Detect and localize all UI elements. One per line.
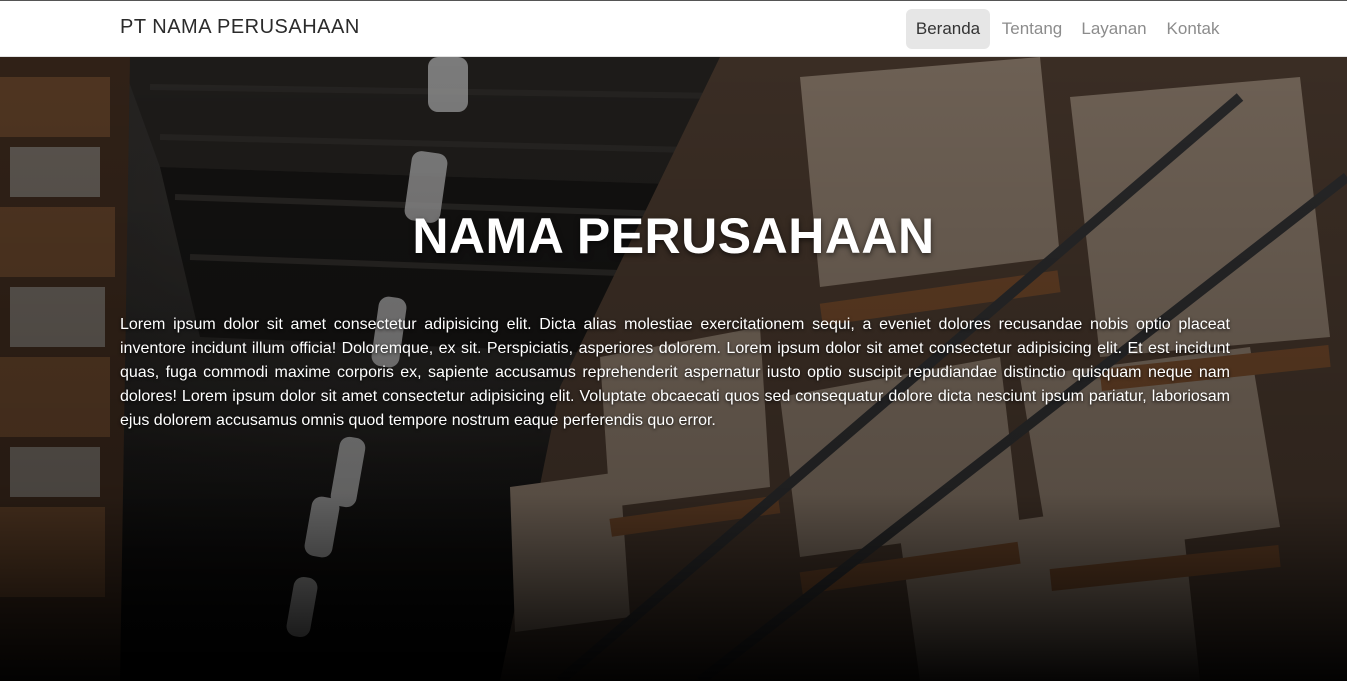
hero-section: NAMA PERUSAHAAN Lorem ipsum dolor sit am… xyxy=(0,57,1347,681)
hero-title: NAMA PERUSAHAAN xyxy=(412,208,935,264)
nav-item-beranda[interactable]: Beranda xyxy=(906,9,990,49)
navbar: PT NAMA PERUSAHAAN Beranda Tentang Layan… xyxy=(0,1,1347,57)
hero-paragraph: Lorem ipsum dolor sit amet consectetur a… xyxy=(120,316,1230,429)
brand-logo-text[interactable]: PT NAMA PERUSAHAAN xyxy=(120,16,360,39)
nav-item-tentang[interactable]: Tentang xyxy=(994,9,1070,49)
nav-item-kontak[interactable]: Kontak xyxy=(1160,9,1226,49)
nav-item-layanan[interactable]: Layanan xyxy=(1076,9,1152,49)
